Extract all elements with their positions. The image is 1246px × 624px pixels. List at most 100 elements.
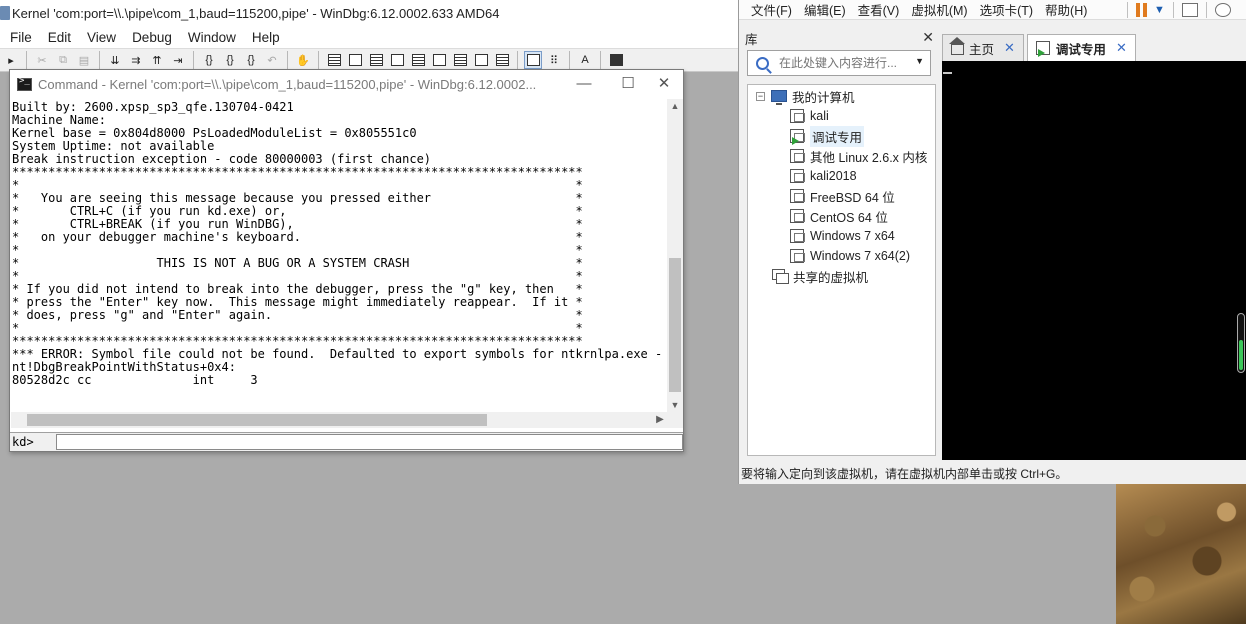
toolbar-separator [517, 51, 518, 69]
tree-item-vm[interactable]: FreeBSD 64 位 [790, 186, 895, 206]
library-search-input[interactable] [779, 56, 909, 70]
library-title: 库 [745, 32, 758, 47]
copy-icon[interactable]: ⧉ [54, 51, 72, 69]
command-input[interactable] [56, 434, 683, 450]
maximize-icon[interactable]: ☐ [614, 74, 642, 94]
break-braces-icon[interactable]: {} [200, 51, 218, 69]
source-mode-icon[interactable] [524, 51, 542, 69]
vm-icon [790, 189, 805, 203]
scratch-pad-icon[interactable] [472, 51, 490, 69]
tree-item-vm[interactable]: 其他 Linux 2.6.x 内核 [790, 146, 927, 166]
tree-item-vm-selected[interactable]: 调试专用 [790, 125, 865, 147]
command-window-icon[interactable] [325, 51, 343, 69]
snapshot-icon[interactable] [1214, 3, 1231, 17]
step-into-icon[interactable]: ⇊ [106, 51, 124, 69]
collapse-icon[interactable]: − [756, 91, 765, 101]
cut-icon[interactable]: ✂ [33, 51, 51, 69]
tree-label: Windows 7 x64 [810, 229, 895, 243]
vm-icon [790, 149, 805, 163]
paste-icon[interactable]: ▤ [75, 51, 93, 69]
vm-icon [790, 249, 805, 263]
toolbar-separator [569, 51, 570, 69]
tree-item-vm[interactable]: kali2018 [790, 166, 857, 186]
tree-item-vm[interactable]: Windows 7 x64(2) [790, 246, 910, 266]
toolbar-separator [287, 51, 288, 69]
hand-icon[interactable]: ✋ [294, 51, 312, 69]
undo-icon[interactable]: ↶ [263, 51, 281, 69]
chevron-down-icon[interactable]: ▼ [915, 56, 924, 66]
vm-menu-tabs[interactable]: 选项卡(T) [974, 0, 1039, 19]
desktop-wallpaper [1116, 484, 1246, 624]
vertical-scrollbar[interactable]: ▲ ▼ [667, 99, 683, 412]
menu-debug[interactable]: Debug [124, 30, 180, 45]
tree-item-vm[interactable]: Windows 7 x64 [790, 226, 895, 246]
pause-icon[interactable] [1136, 3, 1150, 17]
menu-window[interactable]: Window [180, 30, 244, 45]
vm-menu-vm[interactable]: 虚拟机(M) [905, 0, 973, 19]
library-search[interactable]: ▼ [747, 50, 931, 76]
console-scroll-indicator[interactable] [1237, 313, 1245, 373]
tree-label: FreeBSD 64 位 [810, 190, 895, 205]
tab-close-icon[interactable]: ✕ [1116, 40, 1127, 56]
toolbar-separator [600, 51, 601, 69]
vm-menu-edit[interactable]: 编辑(E) [798, 0, 852, 19]
command-window-titlebar[interactable]: Command - Kernel 'com:port=\\.\pipe\com_… [10, 70, 683, 98]
tab-label: 调试专用 [1055, 42, 1106, 57]
scroll-down-icon[interactable]: ▼ [667, 398, 683, 412]
tree-item-vm[interactable]: CentOS 64 位 [790, 206, 888, 226]
status-text: 要将输入定向到该虚拟机，请在虚拟机内部单击或按 Ctrl+G。 [741, 466, 1068, 481]
menu-help[interactable]: Help [244, 30, 288, 45]
close-icon[interactable]: ✕ [650, 74, 678, 94]
tab-close-icon[interactable]: ✕ [1004, 40, 1015, 56]
disassembly-icon[interactable] [451, 51, 469, 69]
vertical-scroll-thumb[interactable] [669, 258, 681, 392]
scroll-corner [667, 412, 683, 428]
menu-view[interactable]: View [79, 30, 124, 45]
command-window-title: Command - Kernel 'com:port=\\.\pipe\com_… [38, 76, 537, 92]
minimize-icon[interactable]: — [570, 74, 598, 94]
tree-label: kali [810, 109, 829, 123]
vm-menu-file[interactable]: 文件(F) [739, 0, 798, 19]
options-icon[interactable] [607, 51, 625, 69]
registers-icon[interactable] [388, 51, 406, 69]
chevron-down-icon[interactable]: ▼ [1154, 4, 1165, 16]
menu-edit[interactable]: Edit [40, 30, 79, 45]
scroll-right-icon[interactable]: ▶ [653, 412, 667, 428]
step-over-icon[interactable]: ⇉ [127, 51, 145, 69]
windbg-titlebar[interactable]: Kernel 'com:port=\\.\pipe\com_1,baud=115… [0, 0, 740, 26]
memory-icon[interactable] [409, 51, 427, 69]
library-close-icon[interactable]: ✕ [922, 29, 934, 46]
send-ctrl-alt-del-icon[interactable] [1181, 3, 1198, 17]
call-stack-icon[interactable] [430, 51, 448, 69]
library-tree[interactable]: − 我的计算机 kali 调试专用 其他 Linux 2.6.x 内核 kali… [747, 84, 936, 456]
tab-home[interactable]: 主页 ✕ [942, 34, 1024, 61]
hex-mode-icon[interactable]: ⠿ [545, 51, 563, 69]
trace-braces-icon[interactable]: {} [242, 51, 260, 69]
tree-label: Windows 7 x64(2) [810, 249, 911, 263]
tree-item-shared-vms[interactable]: 共享的虚拟机 [772, 266, 868, 286]
step-out-icon[interactable]: ⇈ [148, 51, 166, 69]
horizontal-scroll-thumb[interactable] [27, 414, 487, 426]
process-icon[interactable] [493, 51, 511, 69]
step-braces-icon[interactable]: {} [221, 51, 239, 69]
vm-icon [790, 109, 805, 123]
vm-menu-view[interactable]: 查看(V) [852, 0, 906, 19]
tree-label: 共享的虚拟机 [793, 270, 869, 285]
tree-item-vm[interactable]: kali [790, 106, 829, 126]
command-output-area[interactable]: Built by: 2600.xpsp_sp3_qfe.130704-0421 … [11, 99, 667, 412]
horizontal-scrollbar[interactable]: ▶ [11, 412, 667, 428]
vm-running-icon [1035, 41, 1050, 57]
tree-label: 我的计算机 [792, 90, 855, 105]
open-icon[interactable]: ▸ [2, 51, 20, 69]
scroll-up-icon[interactable]: ▲ [667, 99, 683, 113]
menu-file[interactable]: File [2, 30, 40, 45]
tree-item-my-computer[interactable]: − 我的计算机 [756, 86, 855, 106]
run-to-cursor-icon[interactable]: ⇥ [169, 51, 187, 69]
tree-label: CentOS 64 位 [810, 210, 888, 225]
locals-icon[interactable] [367, 51, 385, 69]
vm-menu-help[interactable]: 帮助(H) [1039, 0, 1093, 19]
watch-icon[interactable] [346, 51, 364, 69]
font-icon[interactable]: A [576, 51, 594, 69]
vm-console-screen[interactable] [942, 61, 1246, 460]
tab-debug-vm[interactable]: 调试专用 ✕ [1026, 34, 1136, 61]
